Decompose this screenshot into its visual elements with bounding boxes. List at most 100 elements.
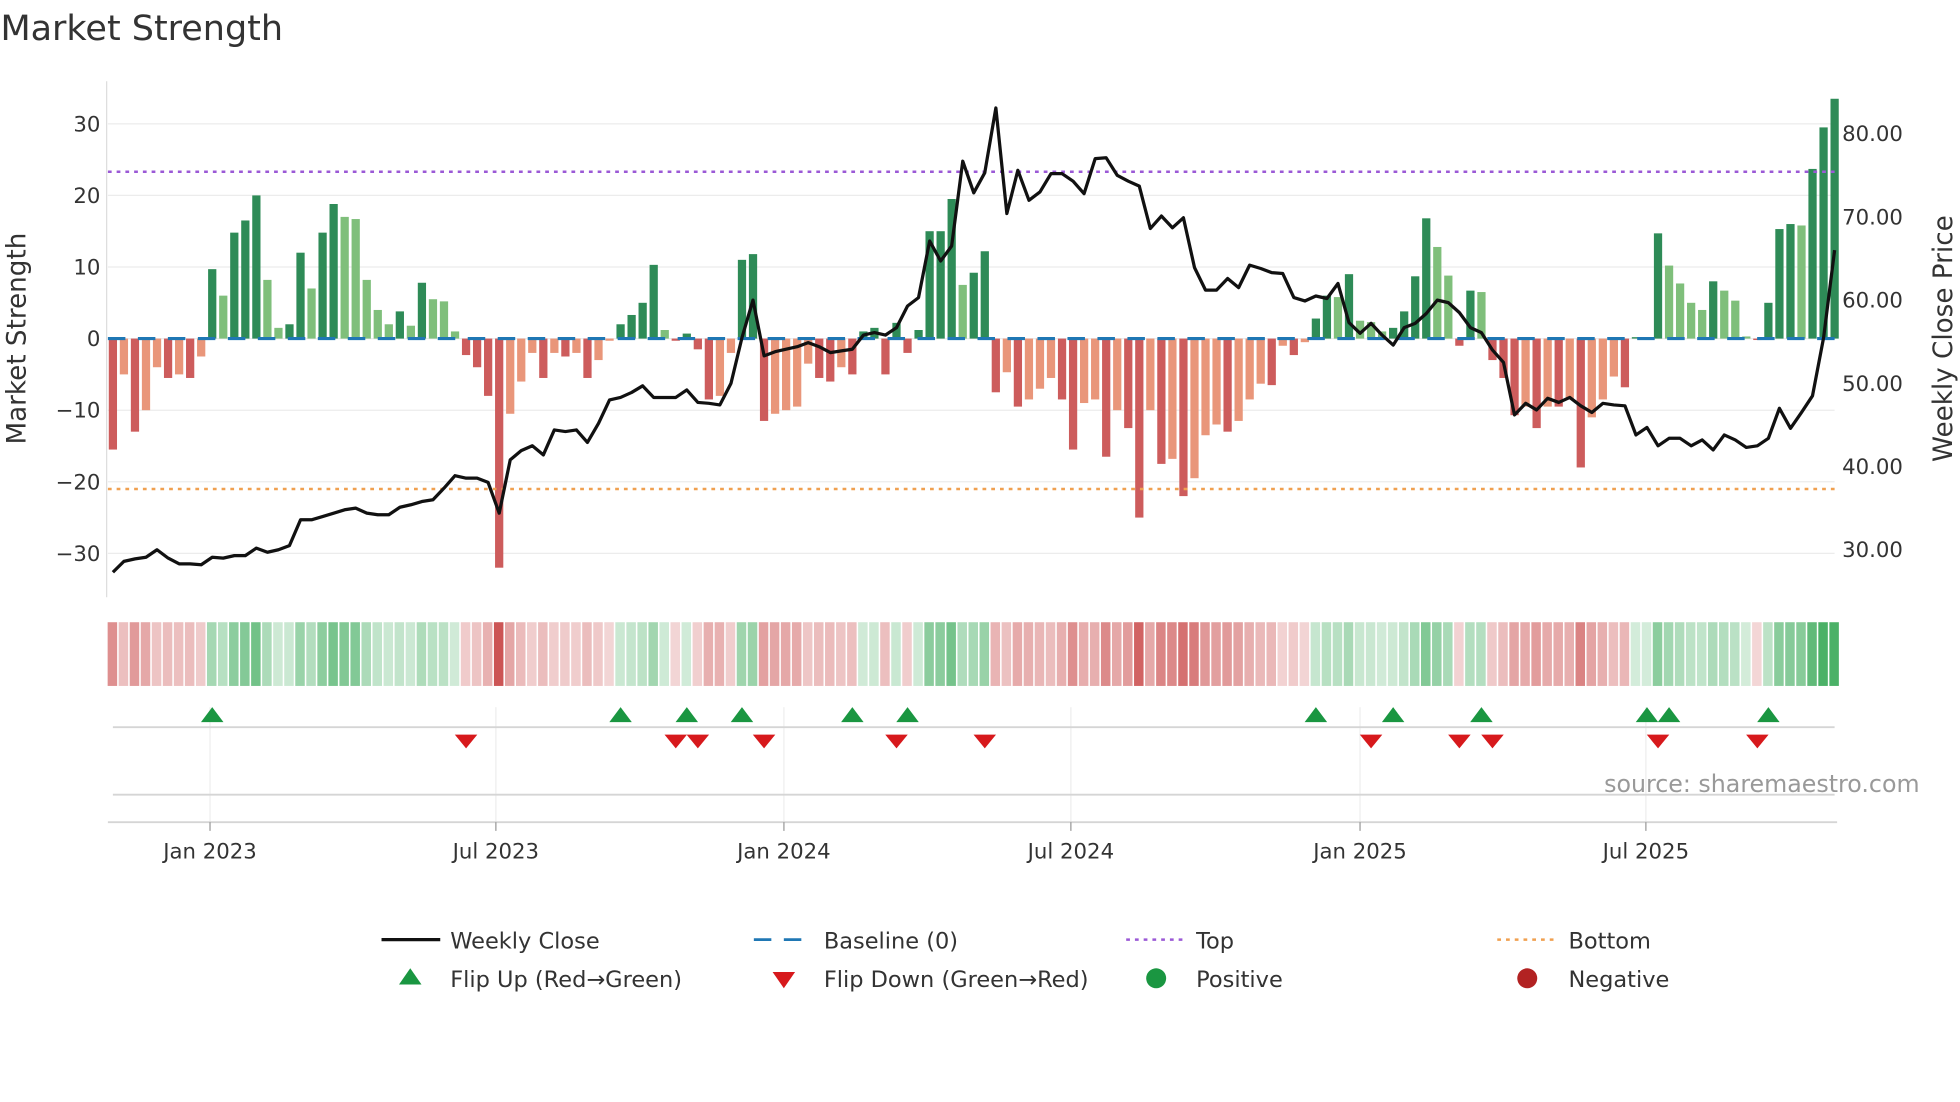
strength-bar — [495, 338, 504, 568]
strength-bar — [186, 338, 195, 378]
strength-bar — [1675, 283, 1685, 339]
strip-cell — [1476, 622, 1486, 686]
strip-cell — [1630, 622, 1641, 686]
strip-cell — [593, 622, 603, 686]
strip-cell — [802, 622, 813, 686]
strip-cell — [151, 622, 162, 686]
strip-cell — [162, 622, 173, 686]
strength-bar — [517, 338, 526, 382]
strip-cell — [571, 622, 581, 686]
x-tick-label: Jan 2025 — [1311, 839, 1407, 864]
strength-bar — [936, 231, 945, 339]
y2-tick-label: 50.00 — [1842, 372, 1903, 397]
strip-cell — [791, 622, 802, 686]
strength-bar — [1168, 338, 1177, 459]
strip-cell — [1332, 622, 1343, 686]
strip-cell — [1266, 622, 1276, 686]
strip-cell — [118, 622, 129, 686]
strip-cell — [957, 622, 967, 686]
flip-down-marker — [1359, 734, 1383, 749]
strength-bar — [263, 279, 272, 339]
flip-up-marker — [1635, 707, 1659, 723]
strip-cell — [129, 622, 140, 686]
strip-cell — [1674, 622, 1685, 686]
y-tick-label: 10 — [73, 256, 100, 281]
strength-bar — [1466, 290, 1475, 339]
strip-cell — [1012, 622, 1023, 686]
strip-cell — [1652, 622, 1663, 686]
strip-cell — [714, 622, 725, 686]
x-ticks: Jan 2023 Jul 2023 Jan 2024 Jul 2024 Jan 2025… — [161, 822, 1689, 864]
strength-bar — [1013, 338, 1023, 407]
strip-cell — [1145, 622, 1155, 686]
strength-bar — [252, 195, 261, 339]
x-tick-label: Jan 2023 — [161, 839, 257, 864]
strength-bar — [583, 338, 592, 378]
strength-bar — [241, 220, 250, 339]
strip-cell — [1067, 622, 1078, 686]
strength-bar — [174, 338, 184, 375]
strip-cell — [460, 622, 471, 686]
strip-cell — [825, 622, 835, 686]
strip-cell — [1398, 622, 1409, 686]
strength-bar — [1267, 338, 1276, 386]
strip-cell — [692, 622, 703, 686]
strip-cell — [1255, 622, 1265, 686]
strength-bar — [1687, 302, 1696, 339]
strength-bar — [230, 232, 239, 339]
marker-panel-vertical-gridlines — [209, 707, 1647, 823]
strip-cell — [1454, 622, 1464, 686]
strip-cell — [648, 622, 658, 686]
strength-bar — [969, 272, 978, 339]
flip-up-marker — [200, 707, 224, 723]
strip-cell — [184, 622, 195, 686]
strength-bar — [406, 325, 416, 339]
strip-cell — [637, 622, 647, 686]
legend-flip-down-label: Flip Down (Green→Red) — [824, 967, 1089, 993]
flip-up-marker — [841, 707, 864, 723]
strength-bar — [1587, 338, 1596, 418]
strip-cell — [780, 622, 791, 686]
strip-cell — [1056, 622, 1067, 686]
strip-cell — [1487, 622, 1497, 686]
strip-cell — [1785, 622, 1795, 686]
strength-bar — [1543, 338, 1552, 407]
strip-cell — [527, 622, 537, 686]
strength-bar — [991, 338, 1000, 393]
strip-cell — [1542, 622, 1552, 686]
strip-cell — [328, 622, 338, 686]
strength-bar — [1664, 265, 1674, 339]
strip-cell — [1752, 622, 1762, 686]
strip-cell — [1707, 622, 1718, 686]
x-tick-label: Jul 2024 — [1026, 839, 1114, 864]
strip-cell — [516, 622, 526, 686]
strength-bar — [980, 251, 989, 339]
legend-positive-icon — [1146, 968, 1167, 989]
strength-bar — [693, 338, 702, 350]
legend-weekly-close-label: Weekly Close — [450, 928, 599, 954]
strip-cell — [504, 622, 515, 686]
y-tick-label: 0 — [87, 327, 101, 352]
strip-cell — [251, 622, 261, 686]
legend-bottom-label: Bottom — [1568, 928, 1650, 954]
strength-bar — [1256, 338, 1265, 384]
strip-cell — [383, 622, 394, 686]
strength-bar — [748, 254, 758, 339]
y2-tick-label: 70.00 — [1842, 205, 1903, 230]
strength-bar — [1797, 225, 1806, 339]
strength-bar — [472, 338, 482, 368]
flip-up-marker — [1657, 707, 1681, 723]
strip-cell — [1608, 622, 1619, 686]
strength-bar — [152, 338, 162, 368]
strip-cell — [847, 622, 857, 686]
strength-bar — [1422, 218, 1431, 339]
strip-cell — [1233, 622, 1243, 686]
strength-bar — [219, 295, 228, 339]
strip-cell — [1111, 622, 1122, 686]
strip-cell — [747, 622, 758, 686]
strip-cell — [482, 622, 493, 686]
strip-cell — [769, 622, 780, 686]
strip-cell — [615, 622, 625, 686]
strip-cell — [1421, 622, 1431, 686]
strength-bar — [1190, 338, 1199, 479]
